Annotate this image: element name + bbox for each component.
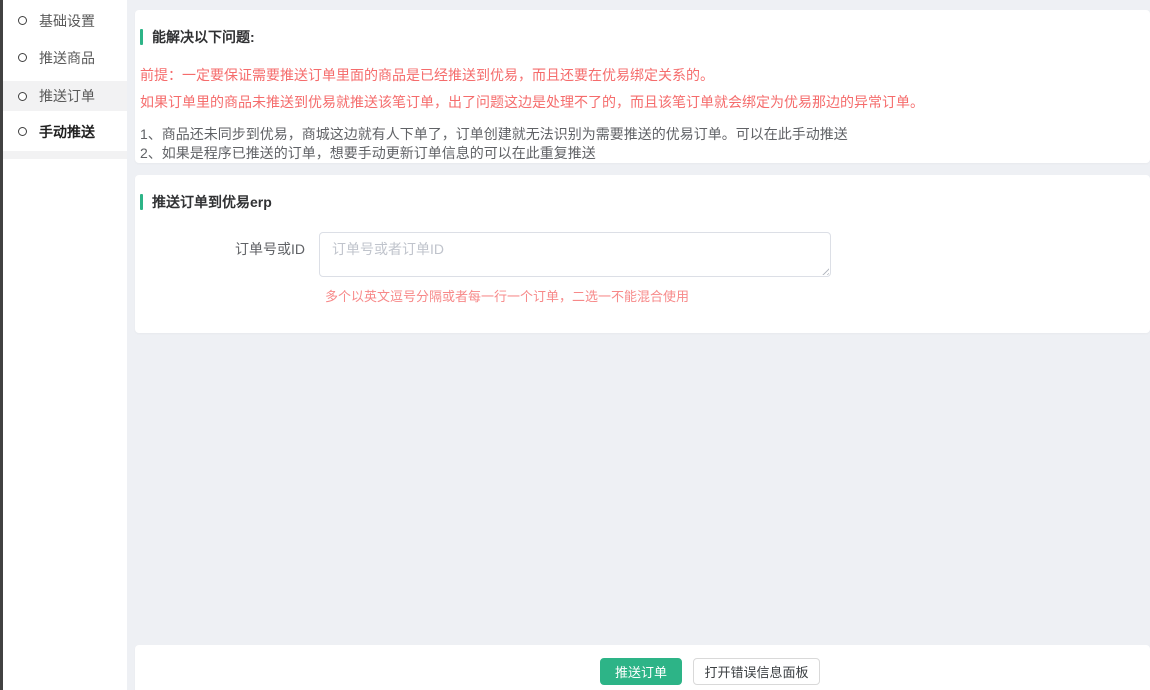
sidebar-item-label: 推送商品 [39,48,95,68]
form-section-title: 推送订单到优易erp [140,192,1150,212]
sidebar-divider [3,151,127,159]
order-id-form-row: 订单号或ID [135,232,1150,277]
push-order-button[interactable]: 推送订单 [600,658,682,685]
radio-circle-icon [18,127,27,136]
action-footer: 推送订单 打开错误信息面板 [135,645,1150,690]
green-bar-icon [140,194,143,210]
order-id-textarea-wrap [319,232,831,277]
order-id-input[interactable] [319,232,831,277]
radio-circle-icon [18,92,27,101]
radio-circle-icon [18,53,27,62]
intro-section-title: 能解决以下问题: [140,27,1150,47]
sidebar-item-basic-settings[interactable]: 基础设置 [3,2,127,39]
intro-card: 能解决以下问题: 前提：一定要保证需要推送订单里面的商品是已经推送到优易，而且还… [135,10,1150,163]
sidebar-item-label: 基础设置 [39,11,95,31]
note-line-2: 2、如果是程序已推送的订单，想要手动更新订单信息的可以在此重复推送 [140,144,1150,163]
push-order-form-card: 推送订单到优易erp 订单号或ID 多个以英文逗号分隔或者每一行一个订单，二选一… [135,175,1150,333]
notes-list: 1、商品还未同步到优易，商城这边就有人下单了，订单创建就无法识别为需要推送的优易… [140,125,1150,163]
green-bar-icon [140,29,143,45]
sidebar-item-push-products[interactable]: 推送商品 [3,39,127,76]
sidebar-item-label: 手动推送 [39,122,95,142]
settings-sidebar: 基础设置 推送商品 推送订单 手动推送 [3,0,127,690]
order-id-label: 订单号或ID [135,232,319,277]
order-id-helper-text: 多个以英文逗号分隔或者每一行一个订单，二选一不能混合使用 [325,286,1150,305]
radio-circle-icon [18,16,27,25]
open-error-panel-button[interactable]: 打开错误信息面板 [693,658,820,685]
warning-line-1: 前提：一定要保证需要推送订单里面的商品是已经推送到优易，而且还要在优易绑定关系的… [140,66,1150,85]
sidebar-item-label: 推送订单 [39,86,95,106]
intro-title-text: 能解决以下问题: [152,27,255,47]
sidebar-item-push-orders[interactable]: 推送订单 [3,76,127,113]
sidebar-item-manual-push[interactable]: 手动推送 [3,113,127,150]
warning-line-2: 如果订单里的商品未推送到优易就推送该笔订单，出了问题这边是处理不了的，而且该笔订… [140,93,1150,112]
note-line-1: 1、商品还未同步到优易，商城这边就有人下单了，订单创建就无法识别为需要推送的优易… [140,125,1150,144]
main-content: 能解决以下问题: 前提：一定要保证需要推送订单里面的商品是已经推送到优易，而且还… [135,0,1150,690]
form-title-text: 推送订单到优易erp [152,192,272,212]
